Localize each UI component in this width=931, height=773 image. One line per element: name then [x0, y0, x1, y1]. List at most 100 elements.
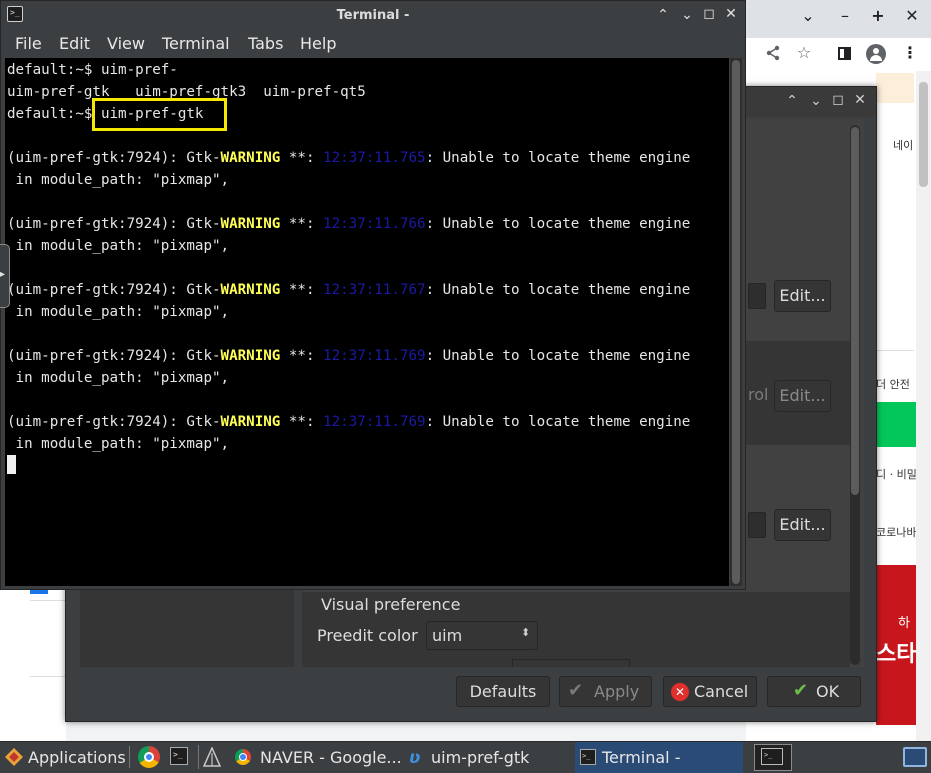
uim-task-icon: ʋ — [409, 748, 421, 768]
chrome-task-icon — [235, 749, 251, 765]
divider — [876, 350, 914, 351]
warning-source: (uim-pref-gtk:7924): Gtk- — [7, 216, 221, 232]
page-text: 디 · 비밀 — [876, 468, 917, 481]
warning-continuation: in module_path: "pixmap", — [7, 304, 230, 320]
preedit-color-label: Preedit color — [317, 626, 418, 645]
edit-button[interactable]: Edit... — [774, 380, 831, 412]
task-naver-chrome[interactable]: NAVER - Google... — [260, 748, 402, 767]
menu-help[interactable]: Help — [300, 34, 336, 53]
menu-tabs[interactable]: Tabs — [248, 34, 283, 53]
side-panel-icon[interactable] — [838, 47, 851, 60]
warning-line: (uim-pref-gtk:7924): Gtk-WARNING **: 12:… — [7, 147, 690, 169]
warning-keyword: WARNING — [220, 150, 281, 166]
timestamp: 12:37:11.769 — [323, 348, 426, 364]
apply-label: Apply — [594, 682, 640, 701]
ad-text: 하 — [898, 616, 910, 631]
close-icon[interactable]: ✕ — [850, 92, 870, 108]
taskbar: Applications >_ NAVER - Google... ʋ uim-… — [0, 741, 931, 773]
new-tab-icon[interactable]: + — [867, 6, 889, 25]
chevron-right-icon: ▸ — [0, 269, 6, 280]
warning-source: (uim-pref-gtk:7924): Gtk- — [7, 282, 221, 298]
close-icon[interactable]: ✕ — [901, 6, 923, 25]
minimize-icon[interactable]: ⌄ — [677, 7, 697, 23]
ok-label: OK — [816, 682, 840, 701]
separator — [129, 746, 130, 768]
divider — [30, 676, 66, 677]
applications-menu-icon[interactable] — [4, 747, 24, 767]
command-highlight-box — [92, 98, 227, 131]
warning-line: (uim-pref-gtk:7924): Gtk-WARNING **: 12:… — [7, 279, 690, 301]
shade-icon[interactable]: ⌃ — [782, 93, 802, 109]
preedit-color-value: uim — [432, 626, 463, 645]
workspace-switcher[interactable]: >_ — [754, 744, 792, 771]
menu-edit[interactable]: Edit — [59, 34, 90, 53]
dialog-scrollbar-thumb[interactable] — [851, 127, 859, 495]
menu-file[interactable]: File — [15, 34, 42, 53]
terminal-task-icon: >_ — [580, 749, 596, 765]
maximize-icon[interactable]: ◻ — [699, 6, 719, 22]
warning-continuation: in module_path: "pixmap", — [7, 172, 230, 188]
panel-handle[interactable]: ▸ — [0, 244, 10, 308]
more-menu-icon[interactable]: ⋮ — [899, 43, 921, 62]
preedit-color-combo[interactable]: uim ⬍ — [426, 621, 538, 650]
separator — [198, 745, 199, 769]
maximize-icon[interactable]: ◻ — [828, 92, 848, 108]
warning-continuation: in module_path: "pixmap", — [7, 436, 230, 452]
browser-page-left — [0, 590, 66, 741]
checkmark-icon: ✔ — [568, 680, 584, 701]
timestamp: 12:37:11.767 — [323, 282, 426, 298]
warning-keyword: WARNING — [220, 282, 281, 298]
warning-line: (uim-pref-gtk:7924): Gtk-WARNING **: 12:… — [7, 213, 690, 235]
cancel-button[interactable]: ✕ Cancel — [663, 676, 757, 707]
page-text: 더 안전 — [876, 378, 910, 391]
bookmark-star-icon[interactable]: ☆ — [793, 43, 815, 62]
combo-edge — [512, 659, 630, 667]
warning-source: (uim-pref-gtk:7924): Gtk- — [7, 150, 221, 166]
terminal-cursor — [7, 455, 16, 474]
warning-stars: **: — [280, 216, 324, 232]
warning-message: : Unable to locate theme engine — [425, 348, 691, 364]
menu-bar: File Edit View Terminal Tabs Help — [1, 31, 745, 57]
profile-avatar[interactable] — [866, 44, 886, 64]
workspace-icon[interactable] — [202, 746, 222, 767]
warning-stars: **: — [280, 414, 324, 430]
workspace-window-icon: >_ — [761, 748, 783, 765]
edit-button[interactable]: Edit... — [774, 509, 831, 541]
timestamp: 12:37:11.769 — [323, 414, 426, 430]
visual-preference-title: Visual preference — [321, 595, 461, 614]
shade-icon[interactable]: ⌃ — [653, 7, 673, 23]
terminal-launcher-icon[interactable]: >_ — [170, 747, 188, 765]
apply-button[interactable]: ✔ Apply — [559, 676, 652, 707]
edit-button[interactable]: Edit... — [774, 280, 831, 312]
show-desktop-icon[interactable] — [903, 747, 927, 767]
key-entry[interactable] — [748, 283, 766, 309]
key-entry[interactable] — [748, 512, 766, 538]
minimize-icon[interactable]: – — [834, 6, 856, 25]
cancel-label: Cancel — [694, 682, 749, 701]
task-uim-pref[interactable]: uim-pref-gtk — [431, 748, 529, 767]
browser-scrollbar-thumb[interactable] — [919, 82, 928, 187]
minimize-icon[interactable]: ⌄ — [806, 93, 826, 109]
timestamp: 12:37:11.766 — [323, 216, 426, 232]
defaults-button[interactable]: Defaults — [456, 676, 550, 707]
warning-keyword: WARNING — [220, 414, 281, 430]
window-title: Terminal - — [336, 8, 410, 23]
warning-message: : Unable to locate theme engine — [425, 282, 691, 298]
checkmark-icon: ✔ — [793, 680, 809, 701]
terminal-scrollbar-thumb[interactable] — [732, 60, 740, 584]
terminal-output[interactable]: default:~$ uim-pref- uim-pref-gtk uim-pr… — [5, 58, 729, 586]
ad-text: 스타 — [876, 642, 917, 667]
divider — [30, 600, 66, 601]
share-icon[interactable] — [765, 45, 781, 61]
ok-button[interactable]: ✔ OK — [767, 676, 861, 707]
warning-source: (uim-pref-gtk:7924): Gtk- — [7, 414, 221, 430]
cancel-icon: ✕ — [671, 683, 689, 701]
page-accent — [30, 590, 48, 594]
menu-terminal[interactable]: Terminal — [162, 34, 230, 53]
menu-view[interactable]: View — [107, 34, 145, 53]
close-icon[interactable]: ✕ — [721, 6, 741, 22]
tab-list-icon[interactable]: ⌄ — [797, 6, 819, 25]
applications-menu[interactable]: Applications — [28, 748, 126, 767]
chrome-launcher-icon[interactable] — [138, 746, 160, 768]
naver-login-button[interactable] — [876, 402, 916, 447]
